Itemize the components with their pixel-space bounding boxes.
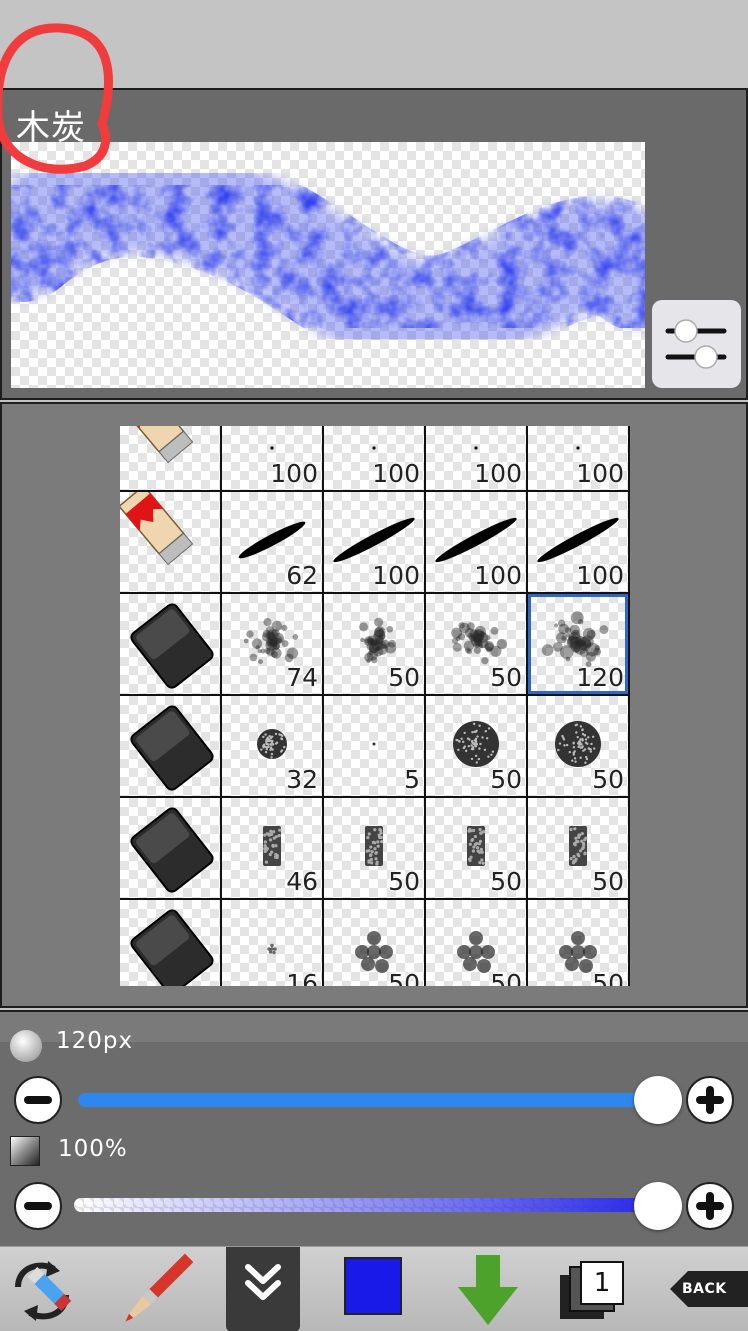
size-slider-thumb[interactable] bbox=[634, 1076, 682, 1124]
brush-preset-cell[interactable]: 16 bbox=[222, 900, 322, 986]
size-increase-button[interactable] bbox=[686, 1076, 734, 1124]
brush-preset-cell[interactable]: 50 bbox=[426, 798, 526, 898]
brush-category-pencil-icon[interactable] bbox=[120, 492, 220, 592]
paintbrush-icon bbox=[114, 1247, 204, 1331]
eraser-icon bbox=[120, 594, 220, 694]
brush-preset-cell[interactable]: 100 bbox=[324, 426, 424, 490]
brush-preset-cell[interactable]: 50 bbox=[426, 696, 526, 796]
eraser-icon bbox=[120, 696, 220, 796]
brush-size-value: 50 bbox=[388, 867, 420, 896]
opacity-slider[interactable] bbox=[74, 1198, 658, 1212]
layer-count: 1 bbox=[580, 1261, 624, 1305]
swap-tools-icon bbox=[4, 1247, 94, 1331]
layers-button[interactable]: 1 bbox=[556, 1247, 646, 1331]
brush-preset-cell[interactable]: 100 bbox=[426, 426, 526, 490]
brush-category-eraser-icon[interactable] bbox=[120, 696, 220, 796]
opacity-slider-thumb[interactable] bbox=[634, 1182, 682, 1230]
brush-size-value: 100 bbox=[270, 459, 318, 488]
brush-size-value: 46 bbox=[286, 867, 318, 896]
brush-size-value: 50 bbox=[592, 765, 624, 794]
eraser-icon bbox=[120, 900, 220, 986]
opacity-icon bbox=[10, 1136, 40, 1166]
pencil-icon bbox=[120, 492, 220, 592]
brush-size-value: 50 bbox=[592, 969, 624, 986]
brush-preset-cell[interactable]: 50 bbox=[528, 696, 628, 796]
brush-size-value: 100 bbox=[372, 459, 420, 488]
brush-preset-cell[interactable]: 50 bbox=[528, 798, 628, 898]
brush-preset-cell[interactable]: 46 bbox=[222, 798, 322, 898]
brush-preset-cell[interactable]: 32 bbox=[222, 696, 322, 796]
brush-preset-cell[interactable]: 100 bbox=[528, 492, 628, 592]
bottom-toolbar: 1 BACK bbox=[0, 1246, 748, 1331]
brush-size-value: 50 bbox=[388, 663, 420, 692]
brush-size-value: 32 bbox=[286, 765, 318, 794]
brush-size-value: 16 bbox=[286, 969, 318, 986]
red-annotation-circle bbox=[0, 6, 120, 176]
brush-preset-cell[interactable]: 5 bbox=[324, 696, 424, 796]
brush-size-value: 100 bbox=[474, 459, 522, 488]
brush-size-value: 50 bbox=[592, 867, 624, 896]
brush-category-eraser-icon[interactable] bbox=[120, 900, 220, 986]
brush-size-value: 5 bbox=[404, 765, 420, 794]
brush-size-value: 50 bbox=[388, 969, 420, 986]
opacity-decrease-button[interactable] bbox=[14, 1182, 62, 1230]
brush-preset-cell[interactable]: 50 bbox=[324, 900, 424, 986]
collapse-panel-button[interactable] bbox=[226, 1247, 300, 1331]
brush-library-panel: 100 100 100 100 62 100 100 100 74 50 50 120 32 5 50 50 4… bbox=[0, 402, 748, 1008]
brush-category-eraser-icon[interactable] bbox=[120, 594, 220, 694]
brush-preset-cell[interactable]: 50 bbox=[324, 798, 424, 898]
brush-preset-cell[interactable]: 50 bbox=[324, 594, 424, 694]
brush-size-value: 50 bbox=[490, 969, 522, 986]
brush-size-value: 74 bbox=[286, 663, 318, 692]
brush-size-value: 100 bbox=[576, 459, 624, 488]
brush-size-value: 100 bbox=[372, 561, 420, 590]
brush-preset-cell[interactable]: 50 bbox=[426, 900, 526, 986]
double-chevron-down-icon bbox=[226, 1247, 300, 1331]
sliders-icon bbox=[652, 300, 741, 388]
brush-preset-cell[interactable]: 50 bbox=[426, 594, 526, 694]
brush-settings-panel: 120px 100% bbox=[0, 1010, 748, 1246]
brush-size-value: 100 bbox=[576, 561, 624, 590]
brush-size-label: 120px bbox=[56, 1028, 133, 1054]
brush-size-value: 120 bbox=[576, 663, 624, 692]
pencil-icon bbox=[120, 426, 220, 490]
brush-preset-cell[interactable]: 100 bbox=[324, 492, 424, 592]
brush-opacity-label: 100% bbox=[58, 1136, 128, 1162]
brush-tool-button[interactable] bbox=[114, 1247, 204, 1331]
brush-size-value: 50 bbox=[490, 765, 522, 794]
size-slider[interactable] bbox=[78, 1093, 658, 1107]
size-decrease-button[interactable] bbox=[14, 1076, 62, 1124]
save-button[interactable] bbox=[444, 1247, 534, 1331]
brush-size-value: 62 bbox=[286, 561, 318, 590]
brush-stroke-preview bbox=[11, 142, 645, 388]
brush-category-eraser-icon[interactable] bbox=[120, 798, 220, 898]
eraser-icon bbox=[120, 798, 220, 898]
brush-size-value: 100 bbox=[474, 561, 522, 590]
download-arrow-icon bbox=[444, 1247, 534, 1331]
brush-preset-cell[interactable]: 100 bbox=[528, 426, 628, 490]
swap-tool-button[interactable] bbox=[4, 1247, 94, 1331]
brush-preset-cell[interactable]: 62 bbox=[222, 492, 322, 592]
brush-settings-button[interactable] bbox=[652, 300, 741, 388]
current-color-swatch[interactable] bbox=[344, 1257, 402, 1315]
back-label: BACK bbox=[682, 1281, 727, 1297]
brush-preset-cell[interactable]: 120 bbox=[528, 594, 628, 694]
brush-preset-cell[interactable]: 100 bbox=[426, 492, 526, 592]
brush-grid: 100 100 100 100 62 100 100 100 74 50 50 120 32 5 50 50 4… bbox=[120, 426, 630, 986]
brush-preset-cell[interactable]: 100 bbox=[222, 426, 322, 490]
brush-category-pencil-icon[interactable] bbox=[120, 426, 220, 490]
brush-preset-cell[interactable]: 74 bbox=[222, 594, 322, 694]
brush-size-value: 50 bbox=[490, 867, 522, 896]
opacity-increase-button[interactable] bbox=[686, 1182, 734, 1230]
brush-preset-cell[interactable]: 50 bbox=[528, 900, 628, 986]
brush-size-icon bbox=[10, 1030, 42, 1062]
brush-size-value: 50 bbox=[490, 663, 522, 692]
